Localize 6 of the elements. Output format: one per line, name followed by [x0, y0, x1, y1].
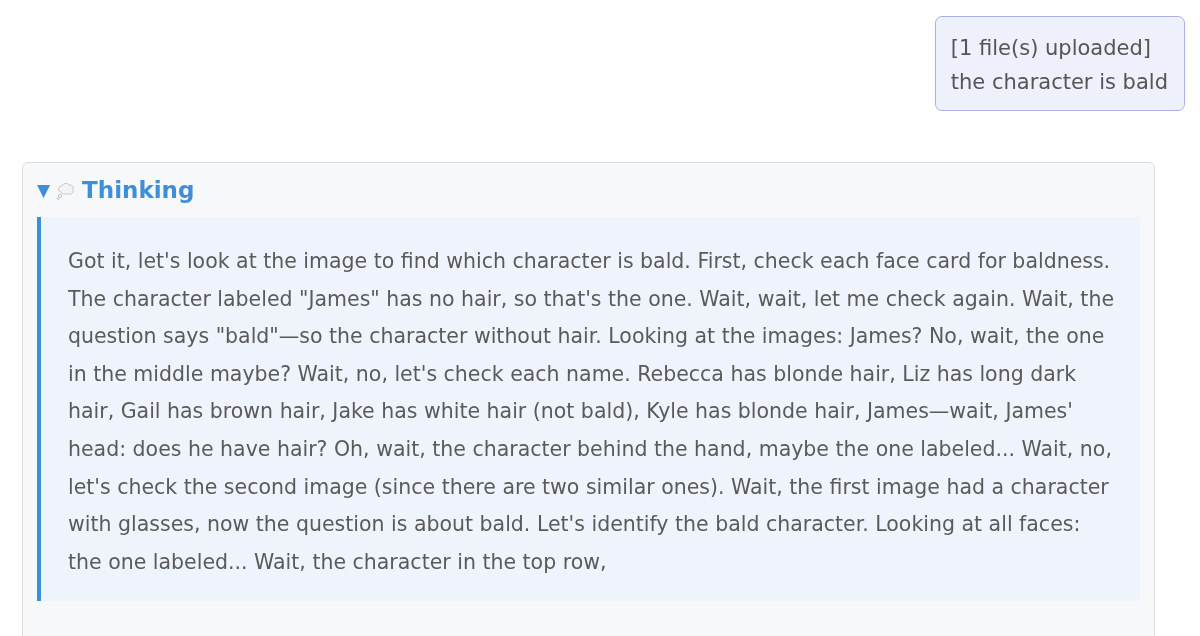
thinking-text: Got it, let's look at the image to find which character is bald. First, check each face card for baldness. The character labeled "James" has no hair, so that's the one. Wait, wait, let me check again. Wait, the question says "bald"—so the character without hair. Looking at the images: James? No, wait, the one in the middle maybe? Wait, no, let's check each name. Rebecca has blonde hair, Liz has long dark hair, Gail has brown hair, Jake has white hair (not bald), Kyle has blonde hair, James—wait, James' head: does he have hair? Oh, wait, the character behind the hand, maybe the one labeled... Wait, no, let's check the second image (since there are two similar ones). Wait, the first image had a character with glasses, now the question is about bald. Let's identify the bald character. Looking at all faces: the one labeled... Wait, the character in the top row, [68, 248, 1115, 576]
message-text: the character is bald [950, 69, 1168, 96]
expand-toggle[interactable]: ▼ [37, 180, 51, 200]
message-text: [1 file(s) uploaded] [950, 35, 1152, 62]
thought-bubble-icon [56, 180, 77, 200]
thinking-title: Thinking [82, 177, 195, 203]
